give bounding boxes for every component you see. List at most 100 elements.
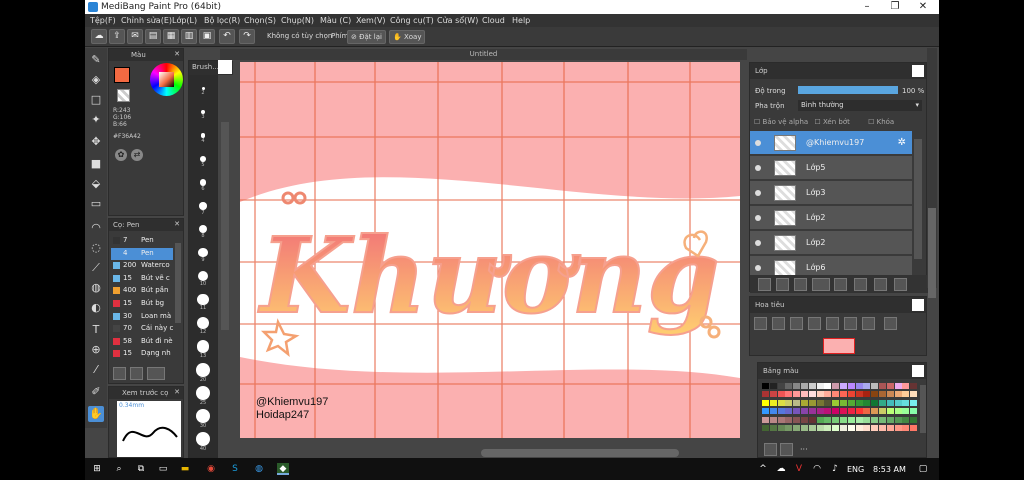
palette-swatch[interactable]: [777, 408, 785, 415]
language-indicator[interactable]: ENG: [847, 465, 864, 474]
skype-icon[interactable]: S: [229, 463, 241, 475]
palette-swatch[interactable]: [777, 416, 785, 423]
eraser-tool-icon[interactable]: ◈: [88, 72, 104, 88]
brush-item[interactable]: 4 Pen: [111, 247, 173, 260]
palette-swatch[interactable]: [785, 399, 793, 406]
palette-swatch[interactable]: [894, 425, 902, 431]
palette-swatch[interactable]: [847, 399, 855, 406]
gradient-tool-icon[interactable]: ▭: [88, 196, 104, 212]
palette-swatch[interactable]: [824, 399, 832, 406]
background-color-swatch[interactable]: [117, 89, 130, 102]
add-color-icon[interactable]: [764, 443, 777, 456]
color-square[interactable]: [159, 72, 174, 87]
brush-size-option[interactable]: 40: [189, 432, 217, 452]
menu-snap[interactable]: Chụp(N): [281, 16, 314, 25]
chevron-up-icon[interactable]: ^: [757, 463, 769, 475]
actual-size-icon[interactable]: [808, 317, 821, 330]
brush-size-option[interactable]: 4: [189, 133, 217, 144]
palette-swatch[interactable]: [847, 416, 855, 423]
palette-swatch[interactable]: [832, 416, 840, 423]
copy-brush-icon[interactable]: [130, 367, 143, 380]
palette-swatch[interactable]: [871, 391, 879, 398]
palette-swatch[interactable]: [762, 399, 769, 406]
menu-select[interactable]: Chọn(S): [244, 16, 276, 25]
layer-scrollbar[interactable]: [914, 139, 922, 259]
palette-swatch[interactable]: [879, 416, 886, 423]
palette-swatch[interactable]: [902, 425, 910, 431]
brush-item[interactable]: 58 Bút đi nè: [111, 336, 173, 348]
palette-swatch[interactable]: [793, 391, 801, 398]
palette-swatch[interactable]: [863, 425, 871, 431]
menu-view[interactable]: Xem(V): [356, 16, 386, 25]
palette-swatch[interactable]: [832, 408, 840, 415]
undo-icon[interactable]: ↶: [219, 29, 235, 44]
palette-swatch[interactable]: [910, 408, 918, 415]
palette-swatch[interactable]: [894, 408, 902, 415]
navigator-close[interactable]: [912, 299, 924, 311]
palette-swatch[interactable]: [816, 383, 824, 389]
layer-row[interactable]: Lớp2: [750, 206, 912, 230]
palette-swatch[interactable]: [785, 408, 793, 415]
visibility-icon[interactable]: [755, 165, 761, 171]
merge-down-icon[interactable]: [854, 278, 867, 291]
folder-icon[interactable]: [834, 278, 847, 291]
task-view-icon[interactable]: ⧉: [135, 463, 147, 475]
palette-swatch[interactable]: [863, 399, 871, 406]
palette-swatch[interactable]: [824, 425, 832, 431]
menu-edit[interactable]: Chỉnh sửa(E): [121, 16, 172, 25]
blend-mode-select[interactable]: Bình thường ▾: [798, 100, 922, 111]
palette-swatch[interactable]: [879, 425, 886, 431]
navigator-thumbnail[interactable]: [823, 338, 855, 354]
brush-item[interactable]: 15 Bút vẽ c: [111, 273, 173, 285]
palette-swatch[interactable]: [762, 391, 769, 398]
palette-swatch[interactable]: [785, 391, 793, 398]
eyedropper-icon[interactable]: ⁄: [88, 362, 104, 378]
visibility-icon[interactable]: [755, 140, 761, 146]
layer-row[interactable]: @Khiemvu197 ✲: [750, 131, 912, 155]
palette-swatch[interactable]: [793, 399, 801, 406]
palette-swatch[interactable]: [886, 408, 894, 415]
palette-swatch[interactable]: [832, 425, 840, 431]
brush-size-option[interactable]: 2: [189, 87, 217, 96]
wifi-icon[interactable]: ◠: [811, 463, 823, 475]
cloud-tray-icon[interactable]: ☁: [775, 463, 787, 475]
app-icon[interactable]: ◍: [253, 463, 265, 475]
palette-swatch[interactable]: [855, 425, 863, 431]
brush-size-option[interactable]: 30: [189, 409, 217, 429]
menu-cloud[interactable]: Cloud: [482, 16, 505, 25]
palette-swatch[interactable]: [847, 425, 855, 431]
palette-swatch[interactable]: [801, 408, 808, 415]
palette-menu-icon[interactable]: ···: [800, 445, 808, 454]
palette-swatch[interactable]: [840, 416, 847, 423]
add-brush-icon[interactable]: [113, 367, 126, 380]
palette-swatch[interactable]: [762, 416, 769, 423]
brush-item[interactable]: 400 Bút pần: [111, 285, 173, 297]
layer-row[interactable]: Lớp3: [750, 181, 912, 205]
zoom-out-icon[interactable]: [772, 317, 785, 330]
palette-swatch[interactable]: [801, 425, 808, 431]
pen-tool-icon[interactable]: ✐: [88, 384, 104, 400]
reset-view-button[interactable]: ⊘ Đặt lại: [347, 30, 386, 44]
palette-swatch[interactable]: [793, 416, 801, 423]
palette-swatch[interactable]: [777, 425, 785, 431]
right-panel-scrollbar[interactable]: [928, 208, 936, 298]
palette-swatch[interactable]: [910, 391, 918, 398]
fit-icon[interactable]: [790, 317, 803, 330]
palette-swatch[interactable]: [769, 399, 777, 406]
palette-swatch[interactable]: [910, 383, 918, 389]
palette-swatch[interactable]: [863, 416, 871, 423]
select-pen-icon[interactable]: ◌: [88, 240, 104, 256]
palette-swatch[interactable]: [871, 416, 879, 423]
palette-swatch[interactable]: [840, 408, 847, 415]
explorer-icon[interactable]: ▭: [157, 463, 169, 475]
clipping-checkbox[interactable]: ☐ Xén bớt: [814, 118, 849, 126]
visibility-icon[interactable]: [755, 215, 761, 221]
delete-layer-icon[interactable]: [894, 278, 907, 291]
palette-swatch[interactable]: [801, 383, 808, 389]
palette-swatch[interactable]: [762, 425, 769, 431]
search-icon[interactable]: ⌕: [113, 463, 125, 475]
palette-swatch[interactable]: [855, 416, 863, 423]
swap-color-icon[interactable]: ⇄: [131, 149, 143, 161]
menu-tools[interactable]: Công cụ(T): [390, 16, 434, 25]
palette-swatch[interactable]: [840, 383, 847, 389]
